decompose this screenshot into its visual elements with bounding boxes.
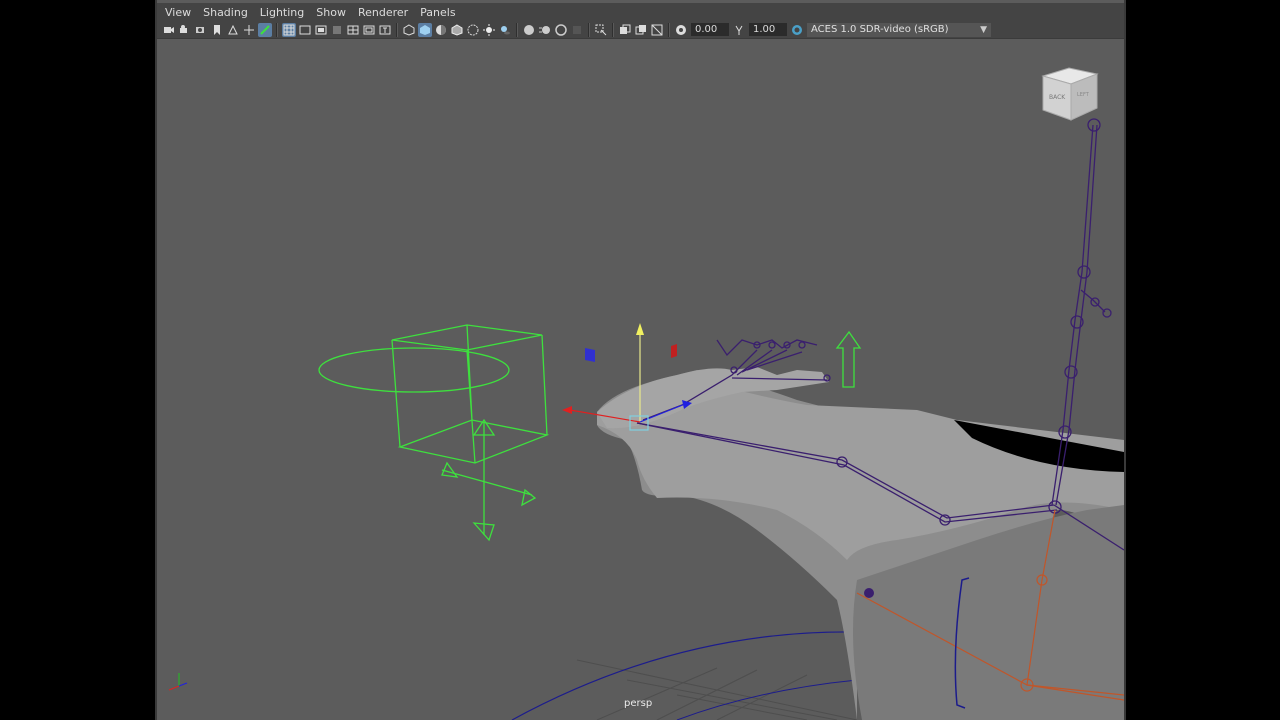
menu-panels[interactable]: Panels [420,6,455,19]
xray-joints-icon[interactable] [618,23,632,37]
safe-title-icon[interactable] [378,23,392,37]
toolbar-separator [396,22,398,37]
wireframe-on-shaded-icon[interactable] [450,23,464,37]
toolbar-separator [588,22,590,37]
viewcube[interactable]: BACK LEFT [1037,64,1103,124]
default-material-icon[interactable] [434,23,448,37]
backface-culling-icon[interactable] [650,23,664,37]
maya-viewport-panel: View Shading Lighting Show Renderer Pane… [155,0,1126,720]
lights-icon[interactable] [482,23,496,37]
menu-shading[interactable]: Shading [203,6,248,19]
panel-toolbar: 0.00 1.00 ACES 1.0 SDR-video (sRGB) ▼ [157,21,1124,39]
grease-pencil-icon[interactable] [258,22,272,37]
select-camera-icon[interactable] [162,23,176,37]
3d-viewport[interactable] [157,40,1124,720]
field-chart-icon[interactable] [346,23,360,37]
exposure-field[interactable]: 0.00 [691,23,729,36]
toolbar-separator [612,22,614,37]
resolution-gate-icon[interactable] [314,23,328,37]
toolbar-separator [276,22,278,37]
screen-space-ao-icon[interactable] [522,23,536,37]
depth-of-field-icon[interactable] [570,23,584,37]
isolate-select-icon[interactable] [594,23,608,37]
menu-show[interactable]: Show [316,6,346,19]
shadows-icon[interactable] [498,23,512,37]
anti-aliasing-icon[interactable] [554,23,568,37]
color-management-icon[interactable] [790,23,804,37]
color-space-label: ACES 1.0 SDR-video (sRGB) [811,23,949,35]
gamma-field[interactable]: 1.00 [749,23,787,36]
xray-icon[interactable] [466,23,480,37]
safe-action-icon[interactable] [362,23,376,37]
color-space-dropdown[interactable]: ACES 1.0 SDR-video (sRGB) ▼ [807,22,991,37]
camera-name-label: persp [624,698,653,709]
joint-marker [864,588,874,598]
bookmark-camera-icon[interactable] [194,23,208,37]
xray-active-components-icon[interactable] [634,23,648,37]
camera-attributes-icon[interactable] [178,23,192,37]
exposure-icon[interactable] [674,23,688,37]
toolbar-separator [668,22,670,37]
gamma-icon[interactable] [732,23,746,37]
gate-mask-icon[interactable] [330,23,344,37]
menu-view[interactable]: View [165,6,191,19]
wireframe-icon[interactable] [402,23,416,37]
viewcube-left-label: LEFT [1077,92,1090,98]
2d-pan-zoom-icon[interactable] [242,23,256,37]
panel-menubar: View Shading Lighting Show Renderer Pane… [157,3,1124,21]
toolbar-separator [516,22,518,37]
smooth-shade-icon[interactable] [418,22,432,37]
menu-lighting[interactable]: Lighting [260,6,304,19]
image-plane-icon[interactable] [226,23,240,37]
chevron-down-icon: ▼ [980,24,987,35]
grid-icon[interactable] [282,22,296,37]
motion-blur-icon[interactable] [538,23,552,37]
viewcube-back-label: BACK [1049,94,1066,101]
film-gate-icon[interactable] [298,23,312,37]
menu-renderer[interactable]: Renderer [358,6,408,19]
bookmark-icon[interactable] [210,23,224,37]
